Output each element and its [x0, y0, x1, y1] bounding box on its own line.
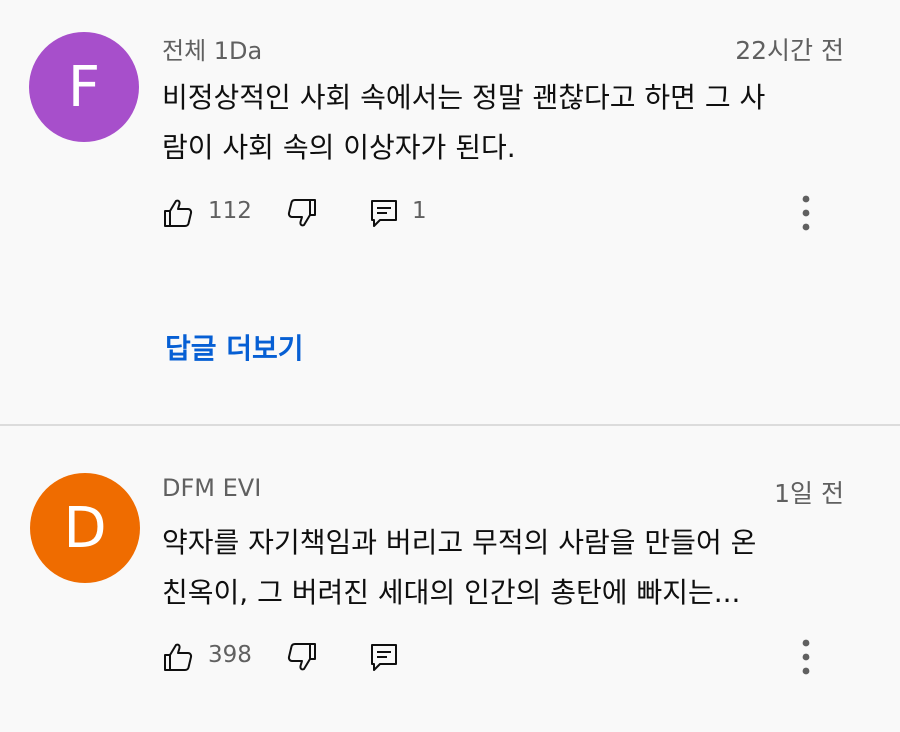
like-count: 112 — [208, 198, 252, 224]
comment-text-line: 약자를 자기책임과 버리고 무적의 사람을 만들어 온 — [162, 526, 757, 559]
thumbs-up-icon[interactable] — [162, 641, 194, 673]
thumbs-down-icon[interactable] — [286, 641, 318, 673]
reply-comment-icon[interactable] — [368, 197, 400, 229]
comment-action-bar: 112 1 — [162, 193, 862, 233]
view-replies-link[interactable]: 답글 더보기 — [165, 327, 304, 367]
comment-author[interactable]: 전체 1Da — [162, 31, 262, 66]
comment-text-line: 람이 사회 속의 이상자가 된다. — [162, 131, 516, 164]
comment-timestamp[interactable]: 1일 전 — [774, 474, 844, 510]
comment-action-bar: 398 — [162, 637, 862, 677]
like-count: 398 — [208, 642, 252, 668]
comment-text: 약자를 자기책임과 버리고 무적의 사람을 만들어 온 친옥이, 그 버려진 세… — [162, 518, 852, 618]
comment-text-line: 비정상적인 사회 속에서는 정말 괜찮다고 하면 그 사 — [162, 81, 766, 114]
more-vertical-icon[interactable] — [792, 193, 820, 233]
comment-text: 비정상적인 사회 속에서는 정말 괜찮다고 하면 그 사 람이 사회 속의 이상… — [162, 73, 852, 173]
thumbs-up-icon[interactable] — [162, 197, 194, 229]
thumbs-down-icon[interactable] — [286, 197, 318, 229]
comment-text-line: 친옥이, 그 버려진 세대의 인간의 총탄에 빠지는... — [162, 576, 741, 609]
comment-author[interactable]: DFM EVI — [162, 474, 261, 502]
avatar-letter: F — [67, 54, 101, 120]
avatar[interactable]: F — [29, 32, 139, 142]
comment-thread-2: D DFM EVI 1일 전 약자를 자기책임과 버리고 무적의 사람을 만들어… — [0, 426, 900, 732]
more-vertical-icon[interactable] — [792, 637, 820, 677]
avatar[interactable]: D — [30, 473, 140, 583]
reply-comment-icon[interactable] — [368, 641, 400, 673]
reply-count: 1 — [412, 198, 427, 224]
avatar-letter: D — [63, 495, 107, 561]
comment-thread-1: F 전체 1Da 22시간 전 비정상적인 사회 속에서는 정말 괜찮다고 하면… — [0, 0, 900, 424]
comment-timestamp[interactable]: 22시간 전 — [735, 31, 844, 67]
